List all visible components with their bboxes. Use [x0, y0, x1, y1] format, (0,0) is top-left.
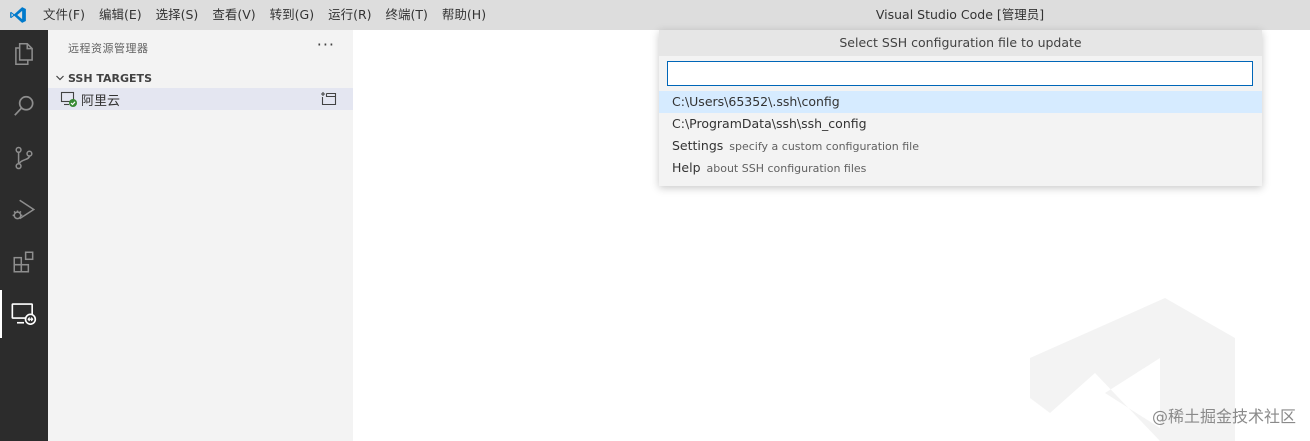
quick-pick: Select SSH configuration file to update …: [659, 30, 1262, 186]
activity-search[interactable]: [0, 82, 48, 130]
activity-run-debug[interactable]: [0, 186, 48, 234]
run-debug-icon: [12, 199, 36, 220]
chevron-down-icon: [52, 73, 68, 83]
item-label: C:\ProgramData\ssh\ssh_config: [672, 116, 867, 131]
quick-pick-title: Select SSH configuration file to update: [659, 30, 1262, 56]
quick-pick-item-system-config[interactable]: C:\ProgramData\ssh\ssh_config: [659, 113, 1262, 135]
menu-terminal[interactable]: 终端(T): [379, 0, 435, 30]
search-icon: [14, 95, 34, 116]
more-actions-icon[interactable]: ···: [317, 35, 335, 54]
vscode-logo-icon: [0, 0, 36, 30]
activity-extensions[interactable]: [0, 238, 48, 286]
new-window-icon[interactable]: [321, 91, 337, 107]
item-description: specify a custom configuration file: [729, 140, 920, 153]
menu-help[interactable]: 帮助(H): [435, 0, 493, 30]
section-label: SSH TARGETS: [68, 71, 152, 85]
menu-bar: 文件(F) 编辑(E) 选择(S) 查看(V) 转到(G) 运行(R) 终端(T…: [36, 0, 493, 30]
menu-file[interactable]: 文件(F): [36, 0, 92, 30]
menu-selection[interactable]: 选择(S): [149, 0, 206, 30]
quick-pick-item-help[interactable]: Help about SSH configuration files: [659, 157, 1262, 179]
item-label: Settings: [672, 138, 724, 153]
menu-go[interactable]: 转到(G): [263, 0, 321, 30]
quick-pick-item-settings[interactable]: Settings specify a custom configuration f…: [659, 135, 1262, 157]
item-description: about SSH configuration files: [706, 162, 867, 175]
ssh-target-label: 阿里云: [81, 93, 121, 109]
remote-host-connected-icon: [60, 90, 78, 108]
window-title: Visual Studio Code [管理员]: [875, 7, 1045, 22]
section-ssh-targets[interactable]: SSH TARGETS: [48, 68, 353, 88]
item-label: Help: [672, 160, 701, 175]
menu-edit[interactable]: 编辑(E): [92, 0, 149, 30]
watermark-text: @稀土掘金技术社区: [1151, 407, 1296, 426]
quick-pick-list: C:\Users\65352\.ssh\config C:\ProgramDat…: [659, 91, 1262, 179]
item-label: C:\Users\65352\.ssh\config: [672, 94, 840, 109]
activity-source-control[interactable]: [0, 134, 48, 182]
extensions-icon: [13, 251, 34, 273]
title-bar: 文件(F) 编辑(E) 选择(S) 查看(V) 转到(G) 运行(R) 终端(T…: [0, 0, 1310, 30]
files-icon: [15, 42, 33, 66]
activity-explorer[interactable]: [0, 30, 48, 78]
sidebar-title: 远程资源管理器: [68, 42, 149, 55]
remote-explorer-sidebar: 远程资源管理器 ··· SSH TARGETS 阿里云: [48, 30, 353, 441]
menu-run[interactable]: 运行(R): [321, 0, 378, 30]
quick-pick-input[interactable]: [667, 61, 1253, 86]
quick-pick-item-user-config[interactable]: C:\Users\65352\.ssh\config: [659, 91, 1262, 113]
menu-view[interactable]: 查看(V): [205, 0, 262, 30]
activity-bar: [0, 30, 48, 441]
remote-explorer-icon: [11, 303, 37, 325]
ssh-target-item[interactable]: 阿里云: [48, 88, 353, 110]
source-control-icon: [15, 146, 33, 170]
activity-remote-explorer[interactable]: [0, 290, 48, 338]
